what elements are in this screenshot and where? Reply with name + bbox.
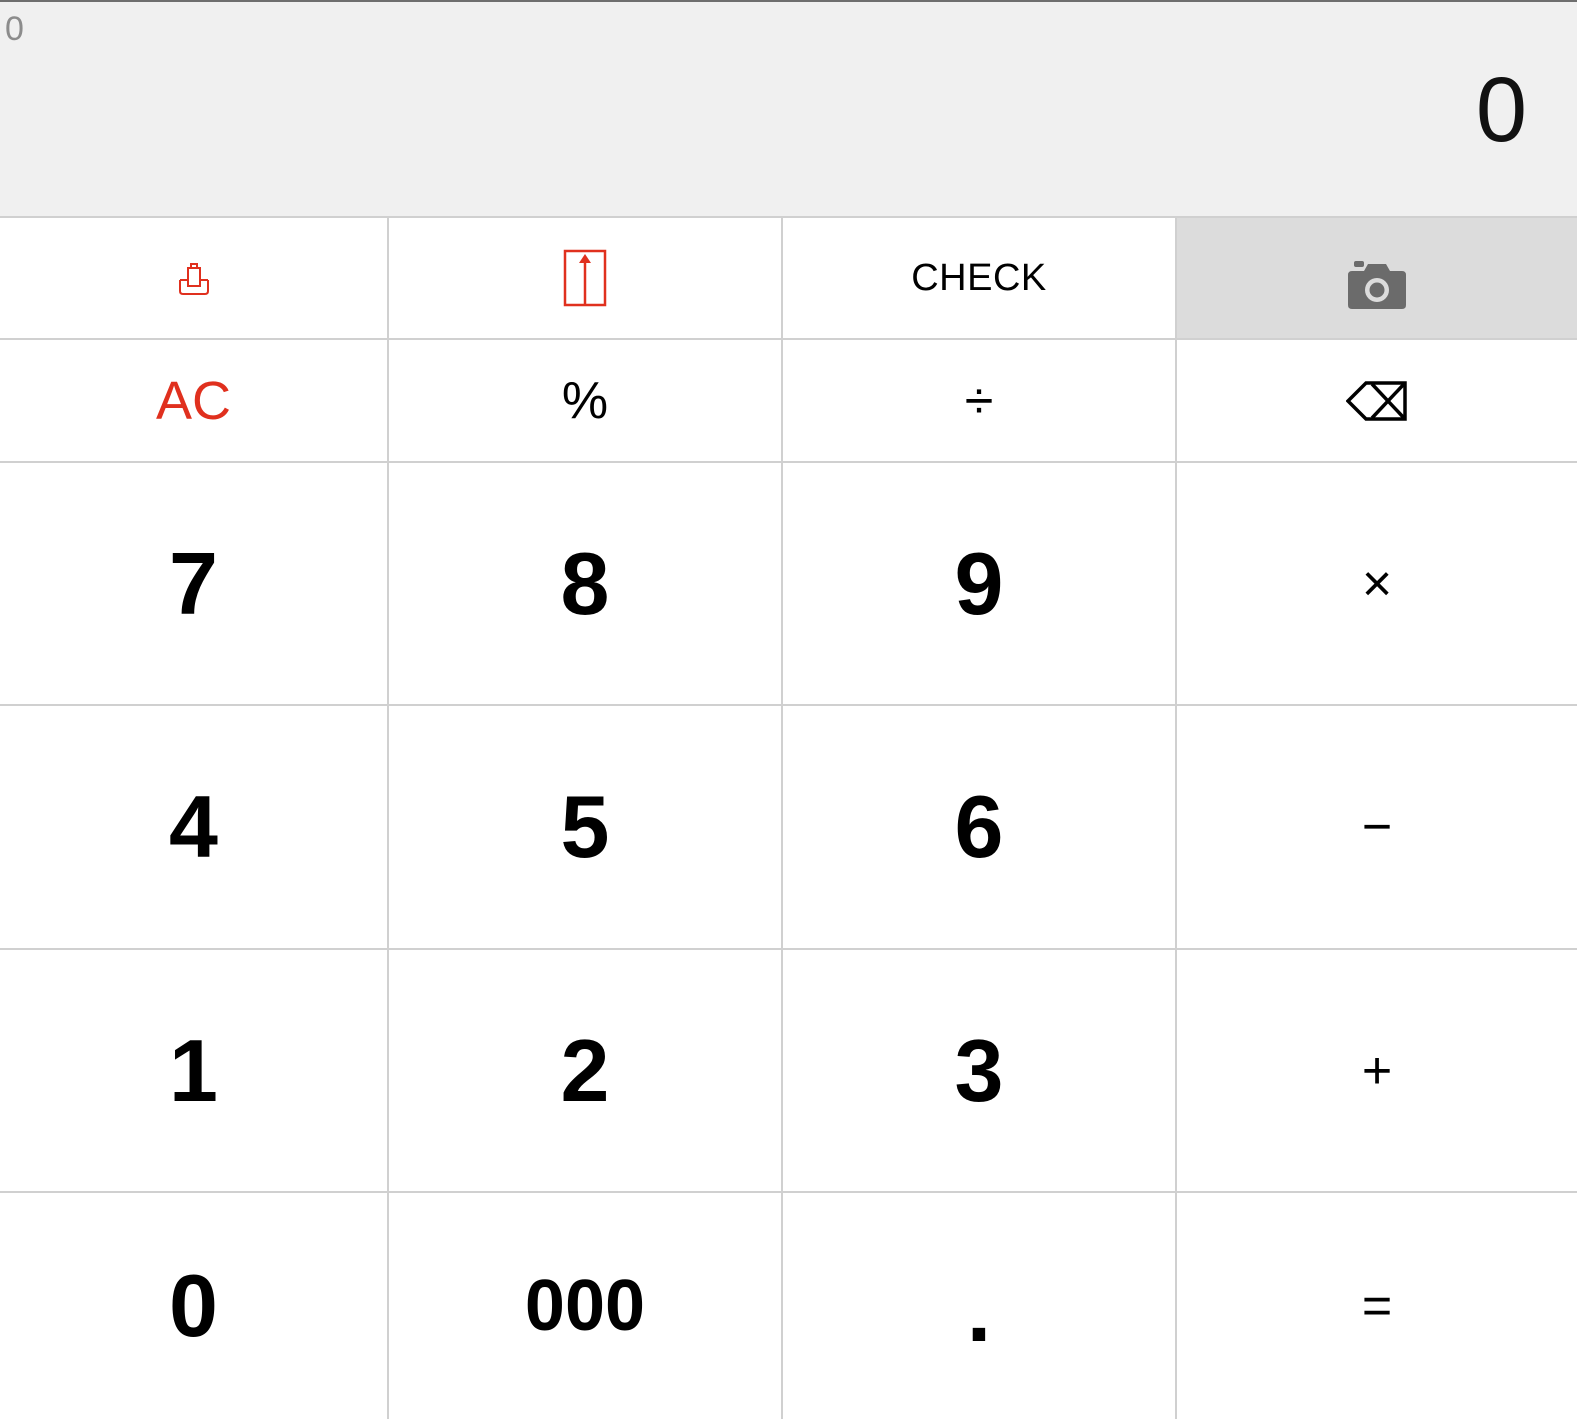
upload-button[interactable]: [389, 216, 783, 340]
decimal-label: .: [966, 1261, 992, 1360]
minus-button[interactable]: −: [1177, 706, 1577, 950]
digit-5-label: 5: [560, 777, 610, 876]
camera-icon: [1347, 245, 1407, 311]
upload-icon: [563, 249, 607, 307]
backspace-button[interactable]: [1177, 340, 1577, 463]
equals-label: =: [1361, 1277, 1393, 1335]
percent-label: %: [561, 371, 609, 430]
digit-6-button[interactable]: 6: [783, 706, 1177, 950]
digit-9-button[interactable]: 9: [783, 463, 1177, 706]
divide-label: ÷: [964, 371, 994, 430]
triple-zero-button[interactable]: 000: [389, 1193, 783, 1419]
calculator-app: 0 0 CHECK AC % ÷ 7 8 9 × 4 5 6 − 1 2 3 +…: [0, 0, 1577, 1419]
plus-button[interactable]: +: [1177, 950, 1577, 1193]
digit-8-label: 8: [560, 533, 610, 633]
digit-4-label: 4: [169, 777, 218, 876]
digit-3-label: 3: [954, 1020, 1004, 1120]
digit-7-button[interactable]: 7: [0, 463, 389, 706]
all-clear-label: AC: [155, 370, 231, 431]
expression-line: 0: [5, 10, 24, 48]
multiply-label: ×: [1361, 554, 1393, 613]
digit-6-label: 6: [954, 777, 1004, 876]
digit-2-button[interactable]: 2: [389, 950, 783, 1193]
digit-7-label: 7: [169, 533, 218, 633]
keypad: CHECK AC % ÷ 7 8 9 × 4 5 6 − 1 2 3 + 0 0…: [0, 216, 1577, 1419]
check-label: CHECK: [911, 256, 1047, 299]
digit-0-label: 0: [169, 1256, 218, 1355]
digit-1-label: 1: [169, 1020, 218, 1120]
minus-label: −: [1361, 798, 1393, 856]
check-button[interactable]: CHECK: [783, 216, 1177, 340]
decimal-button[interactable]: .: [783, 1193, 1177, 1419]
camera-button[interactable]: [1177, 216, 1577, 340]
plus-label: +: [1361, 1041, 1393, 1100]
digit-3-button[interactable]: 3: [783, 950, 1177, 1193]
digit-2-label: 2: [560, 1020, 610, 1120]
tax-stamp-icon: [176, 260, 212, 296]
multiply-button[interactable]: ×: [1177, 463, 1577, 706]
digit-8-button[interactable]: 8: [389, 463, 783, 706]
tax-stamp-button[interactable]: [0, 216, 389, 340]
divide-button[interactable]: ÷: [783, 340, 1177, 463]
digit-1-button[interactable]: 1: [0, 950, 389, 1193]
display-panel: 0 0: [0, 0, 1577, 216]
digit-9-label: 9: [954, 533, 1004, 633]
all-clear-button[interactable]: AC: [0, 340, 389, 463]
digit-0-button[interactable]: 0: [0, 1193, 389, 1419]
digit-4-button[interactable]: 4: [0, 706, 389, 950]
digit-5-button[interactable]: 5: [389, 706, 783, 950]
percent-button[interactable]: %: [389, 340, 783, 463]
equals-button[interactable]: =: [1177, 1193, 1577, 1419]
backspace-icon: [1346, 380, 1408, 421]
triple-zero-label: 000: [524, 1266, 646, 1346]
result-value: 0: [1475, 59, 1527, 161]
